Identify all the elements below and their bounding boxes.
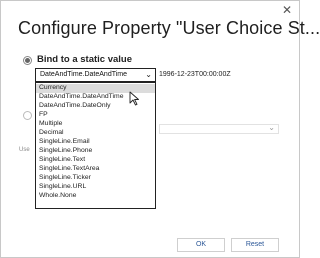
configure-property-dialog: ✕ Configure Property "User Choice St... … <box>0 0 320 258</box>
dialog-title: Configure Property "User Choice St... <box>18 18 320 38</box>
static-value-input[interactable]: 1996-12-23T00:00:00Z <box>159 69 279 81</box>
dropdown-item-ticker[interactable]: SingleLine.Ticker <box>36 174 155 183</box>
static-value-label: Bind to a static value <box>37 54 133 65</box>
dropdown-item-url[interactable]: SingleLine.URL <box>36 183 155 192</box>
ok-button[interactable]: OK <box>177 238 225 252</box>
type-select-value: DateAndTime.DateAndTime <box>40 71 128 78</box>
dropdown-item-phone[interactable]: SingleLine.Phone <box>36 147 155 156</box>
dropdown-item-whole[interactable]: Whole.None <box>36 192 155 201</box>
mouse-cursor-icon <box>129 91 139 106</box>
chevron-down-icon: ⌄ <box>145 70 152 79</box>
dropdown-item-decimal[interactable]: Decimal <box>36 129 155 138</box>
dropdown-item-text[interactable]: SingleLine.Text <box>36 156 155 165</box>
dropdown-item-textarea[interactable]: SingleLine.TextArea <box>36 165 155 174</box>
dropdown-item-multiple[interactable]: Multiple <box>36 120 155 129</box>
dropdown-item-email[interactable]: SingleLine.Email <box>36 138 155 147</box>
dropdown-item-fp[interactable]: FP <box>36 111 155 120</box>
static-value-radio[interactable] <box>23 56 32 65</box>
other-binding-radio[interactable] <box>23 111 32 120</box>
close-icon[interactable]: ✕ <box>281 4 293 16</box>
occluded-label: Use <box>19 147 30 153</box>
secondary-select[interactable]: ⌄ <box>159 123 279 134</box>
chevron-down-icon: ⌄ <box>268 123 275 132</box>
type-select[interactable]: DateAndTime.DateAndTime ⌄ <box>35 68 156 82</box>
reset-button[interactable]: Reset <box>231 238 279 252</box>
